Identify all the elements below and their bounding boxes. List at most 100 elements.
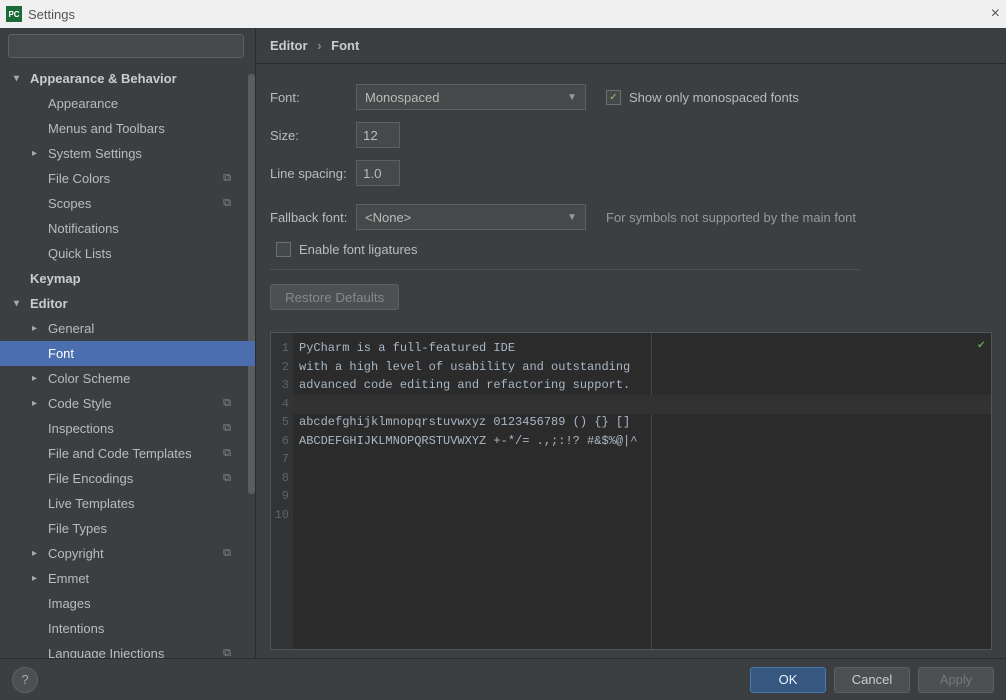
- sidebar-item-label: Appearance & Behavior: [30, 71, 177, 86]
- sidebar-item-file-encodings[interactable]: File Encodings ⧉: [0, 466, 255, 491]
- restore-defaults-button[interactable]: Restore Defaults: [270, 284, 399, 310]
- sidebar-item-label: Live Templates: [48, 496, 134, 511]
- code-line: abcdefghijklmnopqrstuvwxyz 0123456789 ()…: [299, 413, 637, 432]
- sidebar-item-font[interactable]: Font: [0, 341, 255, 366]
- sidebar-item-label: System Settings: [48, 146, 142, 161]
- project-scope-icon: ⧉: [223, 197, 231, 210]
- gutter: 12345678910: [271, 333, 293, 649]
- code-line: advanced code editing and refactoring su…: [299, 376, 637, 395]
- chevron-right-icon: ▸: [32, 548, 37, 559]
- sidebar-item-language-injections[interactable]: Language Injections ⧉: [0, 641, 255, 658]
- line-number: 7: [271, 450, 289, 469]
- code-line: PyCharm is a full-featured IDE: [299, 339, 637, 358]
- chevron-right-icon: ▸: [32, 323, 37, 334]
- line-number: 10: [271, 506, 289, 525]
- project-scope-icon: ⧉: [223, 172, 231, 185]
- ligatures-checkbox[interactable]: [276, 242, 291, 257]
- sidebar-item-quick-lists[interactable]: Quick Lists: [0, 241, 255, 266]
- code-line: ABCDEFGHIJKLMNOPQRSTUVWXYZ +-*/= .,;:!? …: [299, 432, 637, 451]
- size-label: Size:: [270, 128, 356, 143]
- show-mono-checkbox[interactable]: ✓: [606, 90, 621, 105]
- code-line: [299, 450, 637, 469]
- size-input[interactable]: [356, 122, 400, 148]
- chevron-right-icon: ▸: [32, 398, 37, 409]
- sidebar-item-label: File Encodings: [48, 471, 133, 486]
- close-icon[interactable]: ×: [991, 5, 1000, 23]
- spacing-input[interactable]: [356, 160, 400, 186]
- margin-guide: [651, 333, 652, 649]
- sidebar-item-label: Images: [48, 596, 91, 611]
- sidebar-item-appearance[interactable]: Appearance: [0, 91, 255, 116]
- code-line: [299, 506, 637, 525]
- breadcrumb: Editor › Font: [256, 28, 1006, 64]
- line-number: 4: [271, 395, 289, 414]
- sidebar-item-general[interactable]: ▸General: [0, 316, 255, 341]
- footer: ? OK Cancel Apply: [0, 658, 1006, 700]
- ok-button[interactable]: OK: [750, 667, 826, 693]
- project-scope-icon: ⧉: [223, 447, 231, 460]
- sidebar-item-keymap[interactable]: Keymap: [0, 266, 255, 291]
- font-value: Monospaced: [365, 90, 439, 105]
- line-number: 2: [271, 358, 289, 377]
- sidebar-item-scopes[interactable]: Scopes⧉: [0, 191, 255, 216]
- sidebar-item-notifications[interactable]: Notifications: [0, 216, 255, 241]
- font-preview: ✔ 12345678910 PyCharm is a full-featured…: [270, 332, 992, 650]
- titlebar: PC Settings ×: [0, 0, 1006, 28]
- chevron-down-icon: ▼: [567, 212, 577, 223]
- sidebar-item-system-settings[interactable]: ▸ System Settings: [0, 141, 255, 166]
- sidebar-item-file-colors[interactable]: File Colors ⧉: [0, 166, 255, 191]
- ligatures-label: Enable font ligatures: [299, 242, 418, 257]
- settings-tree: ▾ Appearance & Behavior Appearance Menus an…: [0, 66, 255, 658]
- sidebar-item-label: Quick Lists: [48, 246, 112, 261]
- sidebar-item-label: File Types: [48, 521, 107, 536]
- sidebar-item-file-types[interactable]: File Types: [0, 516, 255, 541]
- window-title: Settings: [28, 7, 75, 22]
- chevron-down-icon: ▼: [567, 92, 577, 103]
- sidebar-item-menus-and-toolbars[interactable]: Menus and Toolbars: [0, 116, 255, 141]
- chevron-down-icon: ▾: [14, 298, 19, 309]
- search-input[interactable]: [8, 34, 244, 58]
- sidebar-item-intentions[interactable]: Intentions: [0, 616, 255, 641]
- current-line-highlight: [293, 395, 991, 414]
- chevron-down-icon: ▾: [14, 73, 19, 84]
- sidebar-item-emmet[interactable]: ▸Emmet: [0, 566, 255, 591]
- font-dropdown[interactable]: Monospaced ▼: [356, 84, 586, 110]
- breadcrumb-font: Font: [331, 38, 359, 53]
- sidebar-item-images[interactable]: Images: [0, 591, 255, 616]
- fallback-dropdown[interactable]: <None> ▼: [356, 204, 586, 230]
- fallback-label: Fallback font:: [270, 210, 356, 225]
- breadcrumb-editor[interactable]: Editor: [270, 38, 308, 53]
- fallback-note: For symbols not supported by the main fo…: [606, 210, 856, 225]
- code-line: with a high level of usability and outst…: [299, 358, 637, 377]
- divider: [270, 269, 860, 270]
- sidebar-item-live-templates[interactable]: Live Templates: [0, 491, 255, 516]
- project-scope-icon: ⧉: [223, 472, 231, 485]
- sidebar-item-copyright[interactable]: ▸Copyright⧉: [0, 541, 255, 566]
- apply-button[interactable]: Apply: [918, 667, 994, 693]
- line-number: 1: [271, 339, 289, 358]
- cancel-button[interactable]: Cancel: [834, 667, 910, 693]
- sidebar-item-editor[interactable]: ▾Editor: [0, 291, 255, 316]
- sidebar: ⌕ ▾Appearance & BehaviorAppearanceMenus …: [0, 28, 256, 658]
- code-line: [299, 487, 637, 506]
- code-line: [299, 469, 637, 488]
- sidebar-item-label: File Colors: [48, 171, 110, 186]
- sidebar-item-label: Notifications: [48, 221, 119, 236]
- chevron-right-icon: ▸: [32, 148, 37, 159]
- sidebar-item-appearance-behavior[interactable]: ▾ Appearance & Behavior: [0, 66, 255, 91]
- sidebar-item-inspections[interactable]: Inspections⧉: [0, 416, 255, 441]
- sidebar-item-label: Menus and Toolbars: [48, 121, 165, 136]
- line-number: 3: [271, 376, 289, 395]
- help-button[interactable]: ?: [12, 667, 38, 693]
- sidebar-item-label: Emmet: [48, 571, 89, 586]
- line-number: 8: [271, 469, 289, 488]
- chevron-right-icon: ▸: [32, 373, 37, 384]
- sidebar-item-code-style[interactable]: ▸Code Style⧉: [0, 391, 255, 416]
- status-ok-icon: ✔: [978, 337, 985, 352]
- sidebar-item-label: Language Injections: [48, 646, 164, 658]
- sidebar-item-label: Intentions: [48, 621, 104, 636]
- project-scope-icon: ⧉: [223, 422, 231, 435]
- sidebar-item-file-and-code-templates[interactable]: File and Code Templates⧉: [0, 441, 255, 466]
- project-scope-icon: ⧉: [223, 647, 231, 658]
- sidebar-item-color-scheme[interactable]: ▸Color Scheme: [0, 366, 255, 391]
